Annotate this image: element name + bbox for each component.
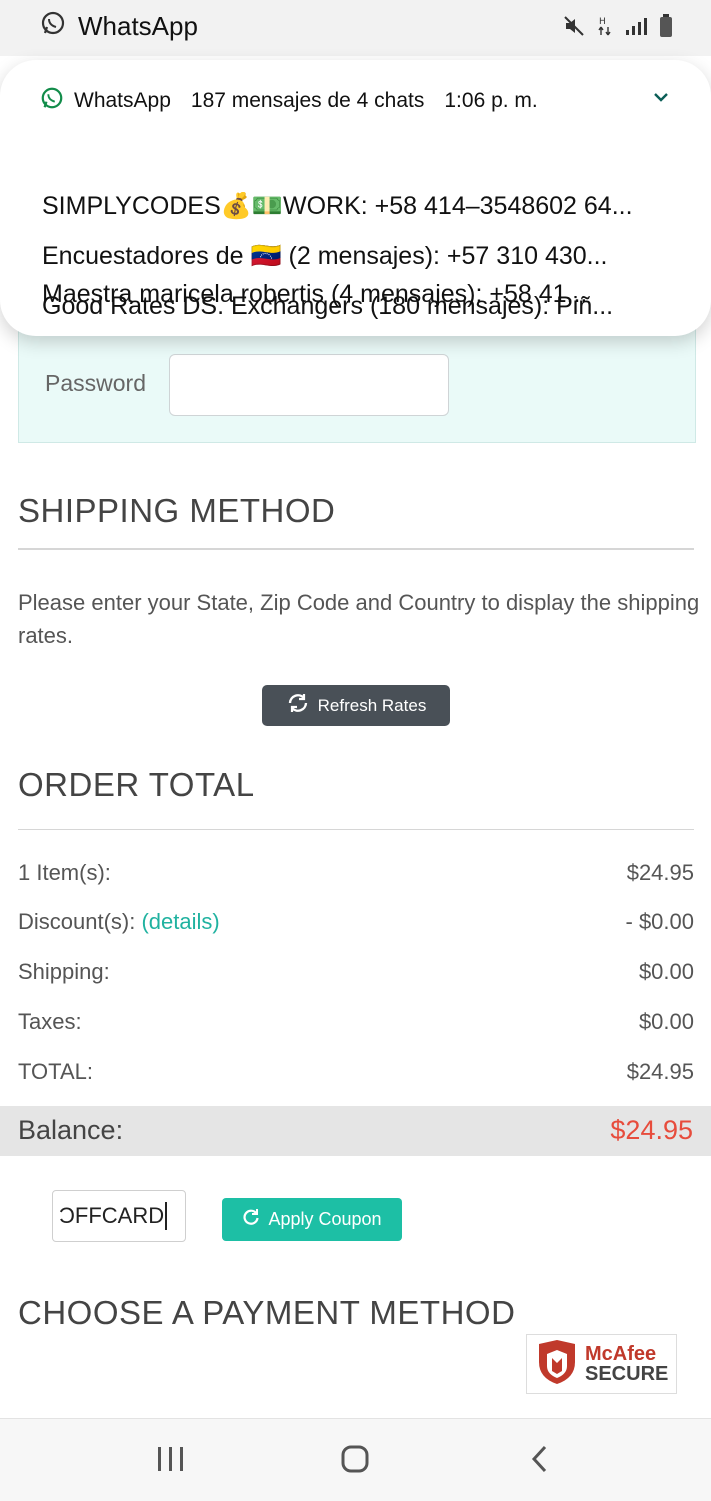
- coupon-input-value: ƆFFCARD: [59, 1203, 165, 1228]
- coupon-input[interactable]: ƆFFCARD: [52, 1190, 186, 1242]
- taxes-value: $0.00: [638, 1009, 694, 1034]
- status-bar: WhatsApp H: [0, 0, 711, 56]
- status-icons: H: [563, 14, 673, 43]
- total-row: TOTAL: $24.95: [18, 1059, 694, 1085]
- apply-coupon-label: Apply Coupon: [268, 1209, 382, 1229]
- items-label: 1 Item(s):: [18, 860, 111, 885]
- notification-app: WhatsApp: [74, 89, 171, 112]
- discount-value: - $0.00: [625, 909, 695, 934]
- whatsapp-icon: [40, 10, 66, 43]
- notification-line[interactable]: Maestra maricela robertis (4 mensajes): …: [42, 280, 682, 309]
- balance-value: $24.95: [610, 1115, 693, 1145]
- shipping-value: $0.00: [638, 959, 694, 984]
- notification-time: 1:06 p. m.: [444, 89, 538, 112]
- divider: [18, 548, 694, 550]
- taxes-label: Taxes:: [18, 1009, 82, 1034]
- navigation-bar: [0, 1418, 711, 1501]
- mcafee-shield-icon: [535, 1338, 579, 1391]
- status-app-name: WhatsApp: [78, 11, 198, 41]
- mcafee-label: McAfee: [585, 1343, 657, 1365]
- shipping-description: Please enter your State, Zip Code and Co…: [18, 590, 700, 648]
- password-input[interactable]: [169, 354, 449, 416]
- refresh-icon: [286, 693, 310, 718]
- shipping-row: Shipping: $0.00: [18, 959, 694, 985]
- items-row: 1 Item(s): $24.95: [18, 860, 694, 886]
- secure-label: SECURE: [585, 1363, 669, 1385]
- mcafee-secure-badge[interactable]: McAfee SECURE: [526, 1334, 677, 1394]
- mcafee-text: McAfee SECURE: [585, 1344, 668, 1384]
- payment-heading: CHOOSE A PAYMENT METHOD: [18, 1294, 516, 1331]
- shipping-heading: SHIPPING METHOD: [18, 492, 336, 529]
- balance-label: Balance:: [18, 1115, 124, 1145]
- notification-summary: 187 mensajes de 4 chats: [190, 89, 425, 112]
- apply-coupon-button[interactable]: Apply Coupon: [222, 1198, 402, 1241]
- svg-text:H: H: [599, 17, 606, 27]
- data-icon: H: [597, 15, 613, 42]
- notification-header: WhatsApp 187 mensajes de 4 chats 1:06 p.…: [40, 86, 538, 116]
- text-caret: [165, 1202, 168, 1230]
- refresh-icon: [242, 1208, 260, 1231]
- items-value: $24.95: [626, 860, 694, 885]
- back-icon[interactable]: [530, 1445, 550, 1478]
- signal-icon: [625, 16, 647, 41]
- total-label: TOTAL:: [18, 1059, 93, 1084]
- shipping-label: Shipping:: [18, 959, 110, 984]
- recent-apps-icon[interactable]: [156, 1445, 186, 1478]
- notification-line[interactable]: SIMPLYCODES💰💵WORK: +58 414‒3548602 64...: [42, 192, 682, 221]
- refresh-rates-label: Refresh Rates: [317, 695, 427, 715]
- discount-row: Discount(s): (details) - $0.00: [18, 909, 694, 935]
- refresh-rates-button[interactable]: Refresh Rates: [262, 685, 450, 726]
- divider: [18, 829, 694, 830]
- discount-details-link[interactable]: (details): [141, 909, 219, 934]
- password-label: Password: [45, 370, 146, 396]
- notification-line[interactable]: Encuestadores de 🇻🇪 (2 mensajes): +57 31…: [42, 242, 682, 271]
- home-icon[interactable]: [340, 1444, 370, 1479]
- battery-icon: [659, 14, 673, 43]
- discount-label: Discount(s):: [18, 909, 136, 934]
- taxes-row: Taxes: $0.00: [18, 1009, 694, 1035]
- total-value: $24.95: [626, 1059, 694, 1084]
- status-app: WhatsApp: [40, 10, 198, 43]
- balance-bar: Balance: $24.95: [0, 1106, 711, 1156]
- chevron-down-icon[interactable]: [653, 90, 669, 108]
- order-total-heading: ORDER TOTAL: [18, 766, 255, 803]
- mute-icon: [563, 15, 585, 42]
- whatsapp-notification[interactable]: WhatsApp 187 mensajes de 4 chats 1:06 p.…: [0, 60, 711, 336]
- whatsapp-icon: [40, 86, 64, 116]
